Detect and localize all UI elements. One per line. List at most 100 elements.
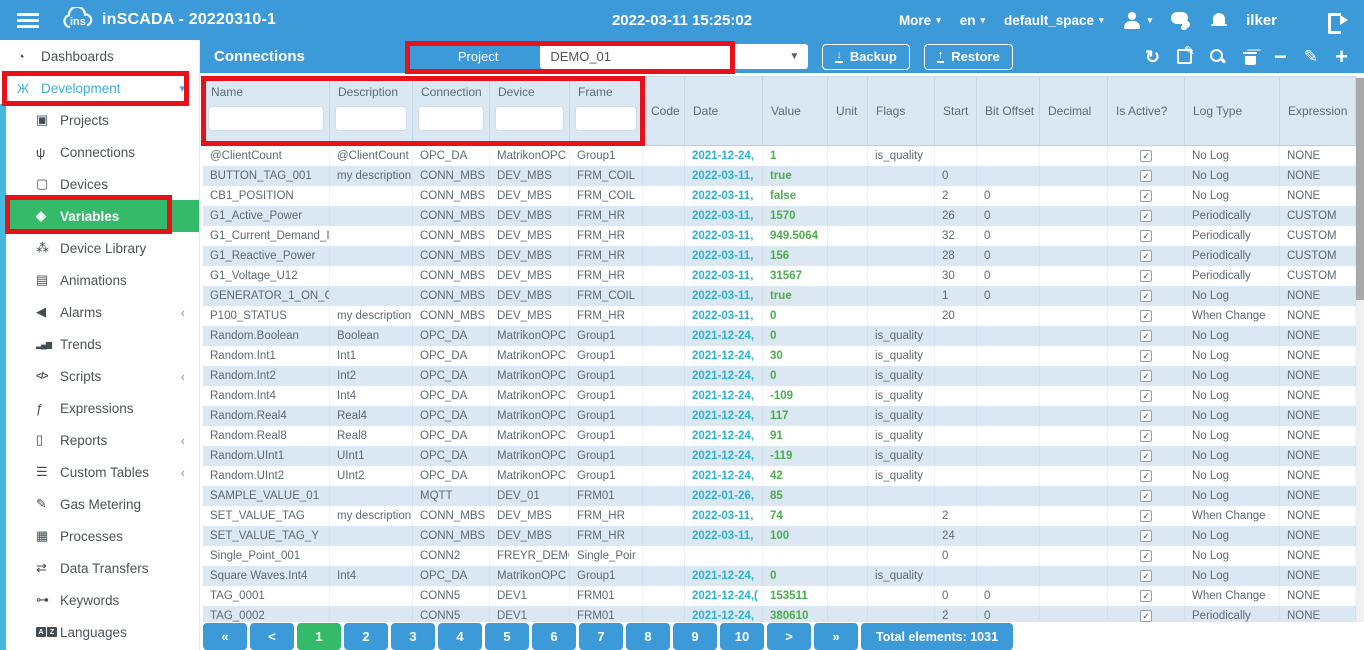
prev-page-button[interactable]: < [250, 623, 294, 650]
page-button-2[interactable]: 2 [344, 623, 388, 650]
table-row[interactable]: CB1_POSITIONCONN_MBSDEV_MBSFRM_COIL2022-… [203, 186, 1356, 206]
table-row[interactable]: GENERATOR_1_ON_OFCONN_MBSDEV_MBSFRM_COIL… [203, 286, 1356, 306]
sidebar-item-connections[interactable]: ψConnections [0, 136, 199, 168]
is-active-checkbox[interactable]: ✓ [1140, 390, 1152, 402]
column-header-is_active[interactable]: Is Active? [1108, 77, 1185, 145]
refresh-icon[interactable]: ↻ [1145, 48, 1160, 66]
is-active-checkbox[interactable]: ✓ [1140, 510, 1152, 522]
is-active-checkbox[interactable]: ✓ [1140, 250, 1152, 262]
table-row[interactable]: G1_Current_Demand_ICONN_MBSDEV_MBSFRM_HR… [203, 226, 1356, 246]
is-active-checkbox[interactable]: ✓ [1140, 570, 1152, 582]
page-button-4[interactable]: 4 [438, 623, 482, 650]
table-row[interactable]: Random.Real8Real8OPC_DAMatrikonOPCGroup1… [203, 426, 1356, 446]
more-menu[interactable]: More▾ [899, 13, 941, 28]
table-row[interactable]: Random.Int1Int1OPC_DAMatrikonOPCGroup120… [203, 346, 1356, 366]
table-row[interactable]: G1_Reactive_PowerCONN_MBSDEV_MBSFRM_HR20… [203, 246, 1356, 266]
page-button-6[interactable]: 6 [532, 623, 576, 650]
is-active-checkbox[interactable]: ✓ [1140, 270, 1152, 282]
sidebar-item-device-library[interactable]: ⁂Device Library [0, 232, 199, 264]
notifications-icon[interactable] [1211, 12, 1227, 29]
next-page-button[interactable]: > [767, 623, 811, 650]
page-button-7[interactable]: 7 [579, 623, 623, 650]
is-active-checkbox[interactable]: ✓ [1140, 430, 1152, 442]
column-header-connection[interactable]: Connection [413, 77, 490, 145]
table-row[interactable]: SET_VALUE_TAGmy descriptionCONN_MBSDEV_M… [203, 506, 1356, 526]
sidebar-item-expressions[interactable]: ƒExpressions [0, 392, 199, 424]
table-row[interactable]: Single_Point_001CONN2FREYR_DEMOSingle_Po… [203, 546, 1356, 566]
filter-input-connection[interactable] [418, 106, 484, 131]
column-header-unit[interactable]: Unit [828, 77, 868, 145]
is-active-checkbox[interactable]: ✓ [1140, 490, 1152, 502]
backup-button[interactable]: ↓ Backup [822, 44, 909, 70]
messages-icon[interactable] [1171, 12, 1192, 28]
column-header-device[interactable]: Device [490, 77, 570, 145]
column-header-code[interactable]: Code [643, 77, 685, 145]
menu-toggle-icon[interactable] [17, 13, 39, 28]
table-row[interactable]: SAMPLE_VALUE_01MQTTDEV_01FRM012022-01-26… [203, 486, 1356, 506]
sidebar-item-keywords[interactable]: ⊶Keywords [0, 584, 199, 616]
sidebar-item-custom-tables[interactable]: ☰Custom Tables‹ [0, 456, 199, 488]
page-button-5[interactable]: 5 [485, 623, 529, 650]
column-header-frame[interactable]: Frame [570, 77, 643, 145]
page-button-1[interactable]: 1 [297, 623, 341, 650]
column-header-expression[interactable]: Expression [1280, 77, 1356, 145]
is-active-checkbox[interactable]: ✓ [1140, 550, 1152, 562]
sidebar-item-data-transfers[interactable]: ⇄Data Transfers [0, 552, 199, 584]
column-header-flags[interactable]: Flags [868, 77, 935, 145]
is-active-checkbox[interactable]: ✓ [1140, 170, 1152, 182]
sidebar-item-dashboards[interactable]: ◔Dashboards [0, 40, 199, 72]
first-page-button[interactable]: « [203, 623, 247, 650]
table-row[interactable]: G1_Active_PowerCONN_MBSDEV_MBSFRM_HR2022… [203, 206, 1356, 226]
add-row-icon[interactable]: + [1335, 49, 1348, 65]
column-header-log_type[interactable]: Log Type [1185, 77, 1280, 145]
is-active-checkbox[interactable]: ✓ [1140, 530, 1152, 542]
edit-table-icon[interactable] [1177, 49, 1192, 64]
profile-menu[interactable]: ▾ [1123, 12, 1153, 29]
sidebar-item-scripts[interactable]: </>Scripts‹ [0, 360, 199, 392]
workspace-menu[interactable]: default_space▾ [1004, 13, 1104, 28]
table-row[interactable]: TAG_0001CONN5DEV1FRM012021-12-24,(153511… [203, 586, 1356, 606]
table-row[interactable]: G1_Voltage_U12CONN_MBSDEV_MBSFRM_HR2022-… [203, 266, 1356, 286]
is-active-checkbox[interactable]: ✓ [1140, 150, 1152, 162]
language-menu[interactable]: en▾ [960, 13, 985, 28]
filter-input-name[interactable] [208, 106, 324, 131]
page-button-3[interactable]: 3 [391, 623, 435, 650]
table-row[interactable]: @ClientCount@ClientCountOPC_DAMatrikonOP… [203, 146, 1356, 166]
table-row[interactable]: P100_STATUSmy descriptionCONN_MBSDEV_MBS… [203, 306, 1356, 326]
vertical-scrollbar-thumb[interactable] [1356, 78, 1364, 300]
sidebar-item-languages[interactable]: AZLanguages [0, 616, 199, 648]
table-row[interactable]: Random.Real4Real4OPC_DAMatrikonOPCGroup1… [203, 406, 1356, 426]
column-header-decimal[interactable]: Decimal [1040, 77, 1108, 145]
table-row[interactable]: Random.Int4Int4OPC_DAMatrikonOPCGroup120… [203, 386, 1356, 406]
sidebar-item-processes[interactable]: ▦Processes [0, 520, 199, 552]
page-button-9[interactable]: 9 [673, 623, 717, 650]
is-active-checkbox[interactable]: ✓ [1140, 370, 1152, 382]
last-page-button[interactable]: » [814, 623, 858, 650]
column-header-start[interactable]: Start [935, 77, 977, 145]
column-header-date[interactable]: Date [685, 77, 763, 145]
sidebar-item-animations[interactable]: ▤Animations [0, 264, 199, 296]
project-select[interactable]: DEMO_01 ▼ [540, 44, 808, 69]
table-row[interactable]: Random.UInt2UInt2OPC_DAMatrikonOPCGroup1… [203, 466, 1356, 486]
logout-icon[interactable] [1328, 12, 1348, 29]
sidebar-item-projects[interactable]: ▣Projects [0, 104, 199, 136]
is-active-checkbox[interactable]: ✓ [1140, 190, 1152, 202]
filter-input-device[interactable] [495, 106, 564, 131]
column-header-description[interactable]: Description [330, 77, 413, 145]
is-active-checkbox[interactable]: ✓ [1140, 410, 1152, 422]
is-active-checkbox[interactable]: ✓ [1140, 450, 1152, 462]
table-row[interactable]: BUTTON_TAG_001my descriptionCONN_MBSDEV_… [203, 166, 1356, 186]
column-header-value[interactable]: Value [763, 77, 828, 145]
column-header-name[interactable]: Name [203, 77, 330, 145]
table-row[interactable]: SET_VALUE_TAG_YCONN_MBSDEV_MBSFRM_HR2022… [203, 526, 1356, 546]
sidebar-item-trends[interactable]: ▂▄▆Trends [0, 328, 199, 360]
sidebar-item-alarms[interactable]: ◀Alarms‹ [0, 296, 199, 328]
filter-input-frame[interactable] [575, 106, 637, 131]
table-row[interactable]: Random.UInt1UInt1OPC_DAMatrikonOPCGroup1… [203, 446, 1356, 466]
table-row[interactable]: Random.Int2Int2OPC_DAMatrikonOPCGroup120… [203, 366, 1356, 386]
delete-icon[interactable] [1243, 49, 1257, 65]
sidebar-item-devices[interactable]: ▢Devices [0, 168, 199, 200]
is-active-checkbox[interactable]: ✓ [1140, 210, 1152, 222]
is-active-checkbox[interactable]: ✓ [1140, 350, 1152, 362]
sidebar-item-gas-metering[interactable]: ✎Gas Metering [0, 488, 199, 520]
